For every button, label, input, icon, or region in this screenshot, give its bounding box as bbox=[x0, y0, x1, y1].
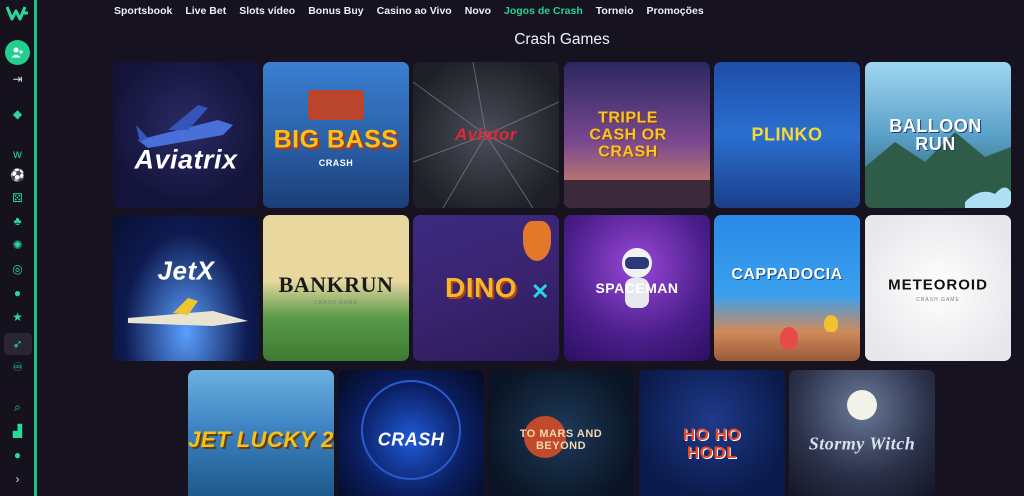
game-tile-dino[interactable]: DINO ✕ bbox=[413, 215, 559, 361]
game-title: HO HO HODL bbox=[682, 425, 742, 462]
nav-jogos-de-crash[interactable]: Jogos de Crash bbox=[504, 3, 583, 19]
game-tile-ho-ho-hodl[interactable]: HO HO HODL bbox=[639, 370, 785, 496]
meteor-icon bbox=[523, 221, 551, 261]
game-subtitle: CRASH GAME bbox=[314, 300, 358, 306]
game-tile-balloon-run[interactable]: BALLOON RUN bbox=[865, 62, 1011, 208]
live-icon[interactable]: ● bbox=[10, 286, 25, 301]
stats-icon[interactable]: ▟ bbox=[10, 424, 25, 439]
x-mark-icon: ✕ bbox=[531, 279, 550, 304]
casino-chip-icon[interactable]: ◎ bbox=[10, 262, 25, 277]
game-title: Aviatrix bbox=[134, 144, 238, 175]
boat-icon bbox=[308, 90, 364, 120]
sidebar: ⇥ ◆ w ⚽ ⚄ ♣ ✺ ◎ ● ★ ➶ ♾ ⌕ ▟ ● › bbox=[0, 0, 37, 496]
game-tile-triple-cash-or-crash[interactable]: TRIPLE CASH OR CRASH bbox=[564, 62, 710, 208]
moon-icon bbox=[847, 390, 877, 420]
game-tile-spaceman[interactable]: SPACEMAN bbox=[564, 215, 710, 361]
game-tile-bankrun[interactable]: BANKRUN CRASH GAME bbox=[263, 215, 409, 361]
game-title: TRIPLE CASH OR CRASH bbox=[589, 109, 667, 161]
game-title: PLINKO bbox=[751, 124, 823, 145]
game-subtitle: CRASH bbox=[318, 158, 354, 168]
desert-ground bbox=[564, 180, 710, 208]
game-title: BIG BASS bbox=[273, 125, 399, 154]
game-tile-aviator[interactable]: Aviator bbox=[413, 62, 559, 208]
balloon-icon bbox=[780, 327, 798, 349]
game-title: SPACEMAN bbox=[595, 280, 679, 296]
game-tile-plinko[interactable]: PLINKO bbox=[714, 62, 860, 208]
game-title: TO MARS AND BEYOND bbox=[519, 428, 603, 452]
game-subtitle: CRASH GAME bbox=[916, 297, 960, 303]
nav-novo[interactable]: Novo bbox=[465, 3, 491, 19]
nav-bonus-buy[interactable]: Bonus Buy bbox=[308, 3, 363, 19]
game-tile-stormy-witch[interactable]: Stormy Witch bbox=[789, 370, 935, 496]
game-title: JetX bbox=[157, 255, 215, 286]
game-title: Aviator bbox=[454, 125, 518, 144]
handshake-icon[interactable]: ♾ bbox=[10, 360, 25, 375]
game-title: BALLOON RUN bbox=[889, 116, 982, 154]
nav-casino-ao-vivo[interactable]: Casino ao Vivo bbox=[377, 3, 452, 19]
nav-sportsbook[interactable]: Sportsbook bbox=[114, 3, 172, 19]
chat-icon[interactable]: ● bbox=[10, 448, 25, 463]
game-tile-jetx[interactable]: JetX bbox=[113, 215, 259, 361]
roulette-icon[interactable]: ✺ bbox=[10, 238, 25, 253]
search-icon[interactable]: ⌕ bbox=[10, 400, 25, 415]
game-title: METEOROID bbox=[888, 276, 988, 294]
nav-slots-video[interactable]: Slots vídeo bbox=[239, 3, 295, 19]
game-title: CRASH bbox=[377, 429, 445, 450]
soccer-icon[interactable]: ⚽ bbox=[10, 168, 25, 183]
game-tile-meteoroid[interactable]: METEOROID CRASH GAME bbox=[865, 215, 1011, 361]
nav-live-bet[interactable]: Live Bet bbox=[185, 3, 226, 19]
game-tile-jet-lucky-2[interactable]: JET LUCKY 2 bbox=[188, 370, 334, 496]
game-tile-big-bass-crash[interactable]: BIG BASS CRASH bbox=[263, 62, 409, 208]
game-title: Stormy Witch bbox=[808, 433, 916, 454]
cherries-icon[interactable]: ♣ bbox=[10, 214, 25, 229]
nav-torneio[interactable]: Torneio bbox=[596, 3, 634, 19]
game-tile-to-mars[interactable]: TO MARS AND BEYOND bbox=[488, 370, 634, 496]
nav-promocoes[interactable]: Promoções bbox=[647, 3, 704, 19]
game-title: BANKRUN bbox=[278, 272, 394, 297]
jet-icon bbox=[128, 298, 248, 326]
game-title: JET LUCKY 2 bbox=[188, 427, 334, 452]
balloon-icon bbox=[824, 315, 838, 332]
game-tile-aviatrix[interactable]: Aviatrix bbox=[113, 62, 259, 208]
game-title: CAPPADOCIA bbox=[731, 266, 843, 283]
star-icon[interactable]: ★ bbox=[10, 310, 25, 325]
logo-small-icon[interactable]: w bbox=[10, 147, 25, 162]
game-tile-cappadocia[interactable]: CAPPADOCIA bbox=[714, 215, 860, 361]
expand-icon[interactable]: › bbox=[10, 472, 25, 487]
logout-icon[interactable]: ⇥ bbox=[10, 72, 25, 87]
logo-icon[interactable] bbox=[6, 5, 30, 21]
game-tile-crash[interactable]: CRASH bbox=[338, 370, 484, 496]
diamond-icon[interactable]: ◆ bbox=[10, 107, 25, 122]
top-nav: Sportsbook Live Bet Slots vídeo Bonus Bu… bbox=[114, 3, 717, 19]
rocket-icon[interactable]: ➶ bbox=[10, 337, 25, 352]
section-title: Crash Games bbox=[514, 31, 610, 48]
dice-icon[interactable]: ⚄ bbox=[10, 191, 25, 206]
